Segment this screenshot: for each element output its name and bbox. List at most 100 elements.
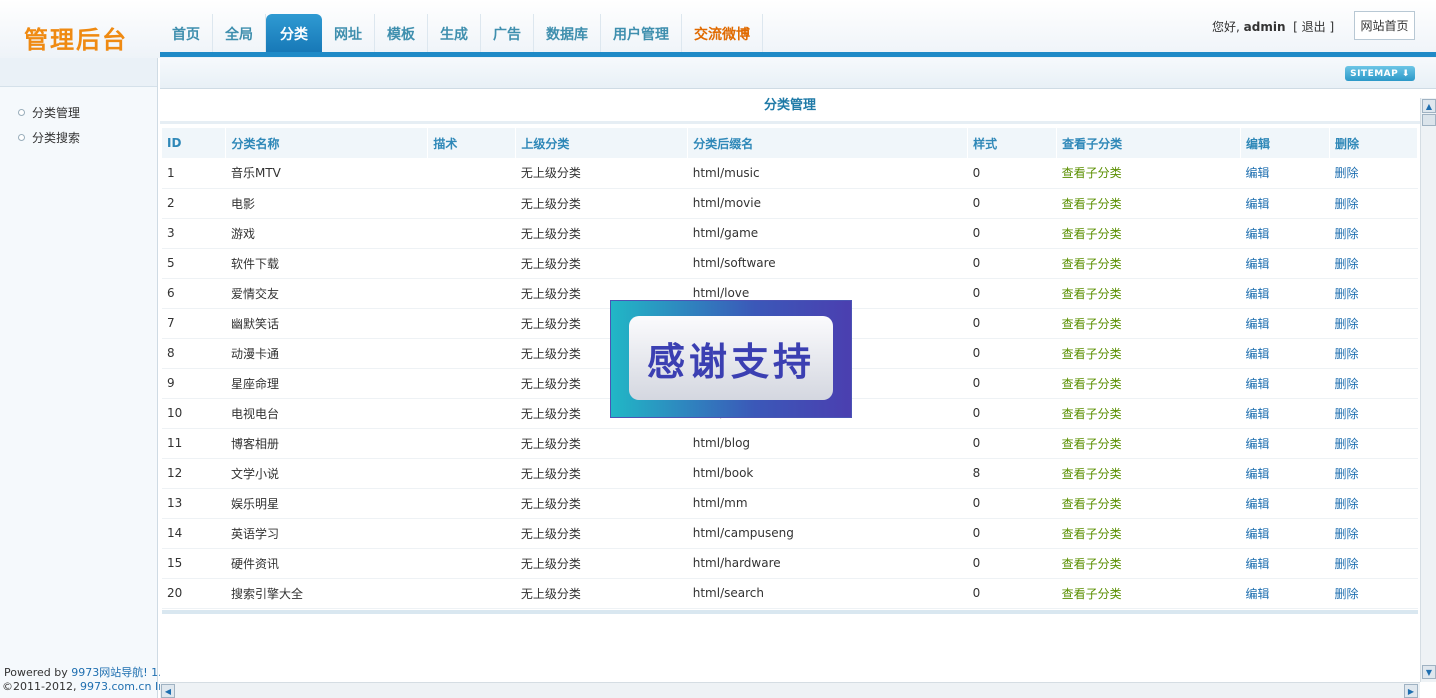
scroll-right-icon[interactable]: ▶ bbox=[1404, 684, 1418, 698]
scroll-thumb[interactable] bbox=[1422, 114, 1436, 126]
cell-desc bbox=[427, 158, 516, 189]
cell-style: 0 bbox=[967, 398, 1057, 429]
nav-tab[interactable]: 全局 bbox=[213, 14, 266, 54]
view-subcategory-link[interactable]: 查看子分类 bbox=[1056, 308, 1241, 339]
delete-link[interactable]: 删除 bbox=[1329, 158, 1418, 189]
view-subcategory-link[interactable]: 查看子分类 bbox=[1056, 248, 1241, 279]
cell-suffix: html/book bbox=[687, 458, 968, 489]
cell-id: 7 bbox=[162, 308, 226, 339]
edit-link[interactable]: 编辑 bbox=[1240, 548, 1330, 579]
cell-id: 13 bbox=[162, 488, 226, 519]
delete-link[interactable]: 删除 bbox=[1329, 218, 1418, 249]
edit-link[interactable]: 编辑 bbox=[1240, 278, 1330, 309]
scroll-up-icon[interactable]: ▲ bbox=[1422, 99, 1436, 113]
edit-link[interactable]: 编辑 bbox=[1240, 308, 1330, 339]
delete-link[interactable]: 删除 bbox=[1329, 278, 1418, 309]
edit-link[interactable]: 编辑 bbox=[1240, 368, 1330, 399]
cell-desc bbox=[427, 578, 516, 609]
sidebar bbox=[0, 58, 158, 698]
edit-link[interactable]: 编辑 bbox=[1240, 578, 1330, 609]
view-subcategory-link[interactable]: 查看子分类 bbox=[1056, 458, 1241, 489]
cell-parent: 无上级分类 bbox=[515, 518, 688, 549]
view-subcategory-link[interactable]: 查看子分类 bbox=[1056, 488, 1241, 519]
bullet-icon bbox=[18, 134, 25, 141]
table-row: 5 软件下载 无上级分类 html/software 0 查看子分类 编辑 删除 bbox=[162, 248, 1418, 279]
delete-link[interactable]: 删除 bbox=[1329, 398, 1418, 429]
nav-tab[interactable]: 模板 bbox=[375, 14, 428, 54]
cell-name: 星座命理 bbox=[225, 368, 428, 399]
cell-style: 0 bbox=[967, 578, 1057, 609]
nav-tab[interactable]: 交流微博 bbox=[682, 14, 763, 54]
username: admin bbox=[1243, 20, 1286, 34]
delete-link[interactable]: 删除 bbox=[1329, 308, 1418, 339]
cell-parent: 无上级分类 bbox=[515, 248, 688, 279]
column-header: 上级分类 bbox=[515, 128, 689, 158]
delete-link[interactable]: 删除 bbox=[1329, 428, 1418, 459]
copyright: ©2011-2012, 9973.com.cn Inc. bbox=[2, 680, 175, 693]
cell-desc bbox=[427, 548, 516, 579]
cell-parent: 无上级分类 bbox=[515, 158, 688, 189]
edit-link[interactable]: 编辑 bbox=[1240, 248, 1330, 279]
cell-style: 0 bbox=[967, 368, 1057, 399]
cell-style: 0 bbox=[967, 338, 1057, 369]
cell-parent: 无上级分类 bbox=[515, 578, 688, 609]
cell-name: 文学小说 bbox=[225, 458, 428, 489]
view-subcategory-link[interactable]: 查看子分类 bbox=[1056, 188, 1241, 219]
view-subcategory-link[interactable]: 查看子分类 bbox=[1056, 578, 1241, 609]
edit-link[interactable]: 编辑 bbox=[1240, 338, 1330, 369]
view-subcategory-link[interactable]: 查看子分类 bbox=[1056, 518, 1241, 549]
greeting: 您好, bbox=[1212, 20, 1240, 34]
nav-tab[interactable]: 生成 bbox=[428, 14, 481, 54]
view-subcategory-link[interactable]: 查看子分类 bbox=[1056, 158, 1241, 189]
delete-link[interactable]: 删除 bbox=[1329, 578, 1418, 609]
delete-link[interactable]: 删除 bbox=[1329, 548, 1418, 579]
edit-link[interactable]: 编辑 bbox=[1240, 458, 1330, 489]
nav-tab-active[interactable]: 分类 bbox=[266, 14, 322, 54]
delete-link[interactable]: 删除 bbox=[1329, 188, 1418, 219]
nav-tab[interactable]: 数据库 bbox=[534, 14, 601, 54]
cell-name: 游戏 bbox=[225, 218, 428, 249]
nav-tab[interactable]: 用户管理 bbox=[601, 14, 682, 54]
edit-link[interactable]: 编辑 bbox=[1240, 398, 1330, 429]
edit-link[interactable]: 编辑 bbox=[1240, 488, 1330, 519]
scroll-down-icon[interactable]: ▼ bbox=[1422, 665, 1436, 679]
logout-link[interactable]: 退出 bbox=[1302, 20, 1326, 34]
site-home-button[interactable]: 网站首页 bbox=[1354, 11, 1415, 40]
powered-link[interactable]: 9973网站导航! 1.0 bbox=[71, 666, 168, 679]
edit-link[interactable]: 编辑 bbox=[1240, 428, 1330, 459]
cell-id: 10 bbox=[162, 398, 226, 429]
delete-link[interactable]: 删除 bbox=[1329, 488, 1418, 519]
delete-link[interactable]: 删除 bbox=[1329, 248, 1418, 279]
scroll-left-icon[interactable]: ◀ bbox=[161, 684, 175, 698]
view-subcategory-link[interactable]: 查看子分类 bbox=[1056, 338, 1241, 369]
view-subcategory-link[interactable]: 查看子分类 bbox=[1056, 548, 1241, 579]
bullet-icon bbox=[18, 109, 25, 116]
sitemap-button[interactable]: SITEMAP ⬇ bbox=[1345, 66, 1415, 81]
column-header: 描术 bbox=[427, 128, 517, 158]
delete-link[interactable]: 删除 bbox=[1329, 368, 1418, 399]
sidebar-item-category-manage[interactable]: 分类管理 bbox=[18, 104, 80, 121]
cell-parent: 无上级分类 bbox=[515, 188, 688, 219]
delete-link[interactable]: 删除 bbox=[1329, 458, 1418, 489]
view-subcategory-link[interactable]: 查看子分类 bbox=[1056, 428, 1241, 459]
edit-link[interactable]: 编辑 bbox=[1240, 188, 1330, 219]
thanks-overlay-image: 感谢支持 bbox=[610, 300, 852, 418]
edit-link[interactable]: 编辑 bbox=[1240, 158, 1330, 189]
edit-link[interactable]: 编辑 bbox=[1240, 218, 1330, 249]
view-subcategory-link[interactable]: 查看子分类 bbox=[1056, 398, 1241, 429]
sidebar-item-category-search[interactable]: 分类搜索 bbox=[18, 129, 80, 146]
cell-style: 0 bbox=[967, 488, 1057, 519]
view-subcategory-link[interactable]: 查看子分类 bbox=[1056, 278, 1241, 309]
horizontal-scrollbar[interactable]: ◀ ▶ bbox=[160, 682, 1420, 698]
delete-link[interactable]: 删除 bbox=[1329, 338, 1418, 369]
nav-tab[interactable]: 网址 bbox=[322, 14, 375, 54]
bracket: [ bbox=[1293, 20, 1298, 34]
delete-link[interactable]: 删除 bbox=[1329, 518, 1418, 549]
nav-tab[interactable]: 首页 bbox=[160, 14, 213, 54]
nav-tab[interactable]: 广告 bbox=[481, 14, 534, 54]
edit-link[interactable]: 编辑 bbox=[1240, 518, 1330, 549]
view-subcategory-link[interactable]: 查看子分类 bbox=[1056, 218, 1241, 249]
view-subcategory-link[interactable]: 查看子分类 bbox=[1056, 368, 1241, 399]
vertical-scrollbar[interactable]: ▲ ▼ bbox=[1420, 98, 1436, 682]
cell-id: 6 bbox=[162, 278, 226, 309]
